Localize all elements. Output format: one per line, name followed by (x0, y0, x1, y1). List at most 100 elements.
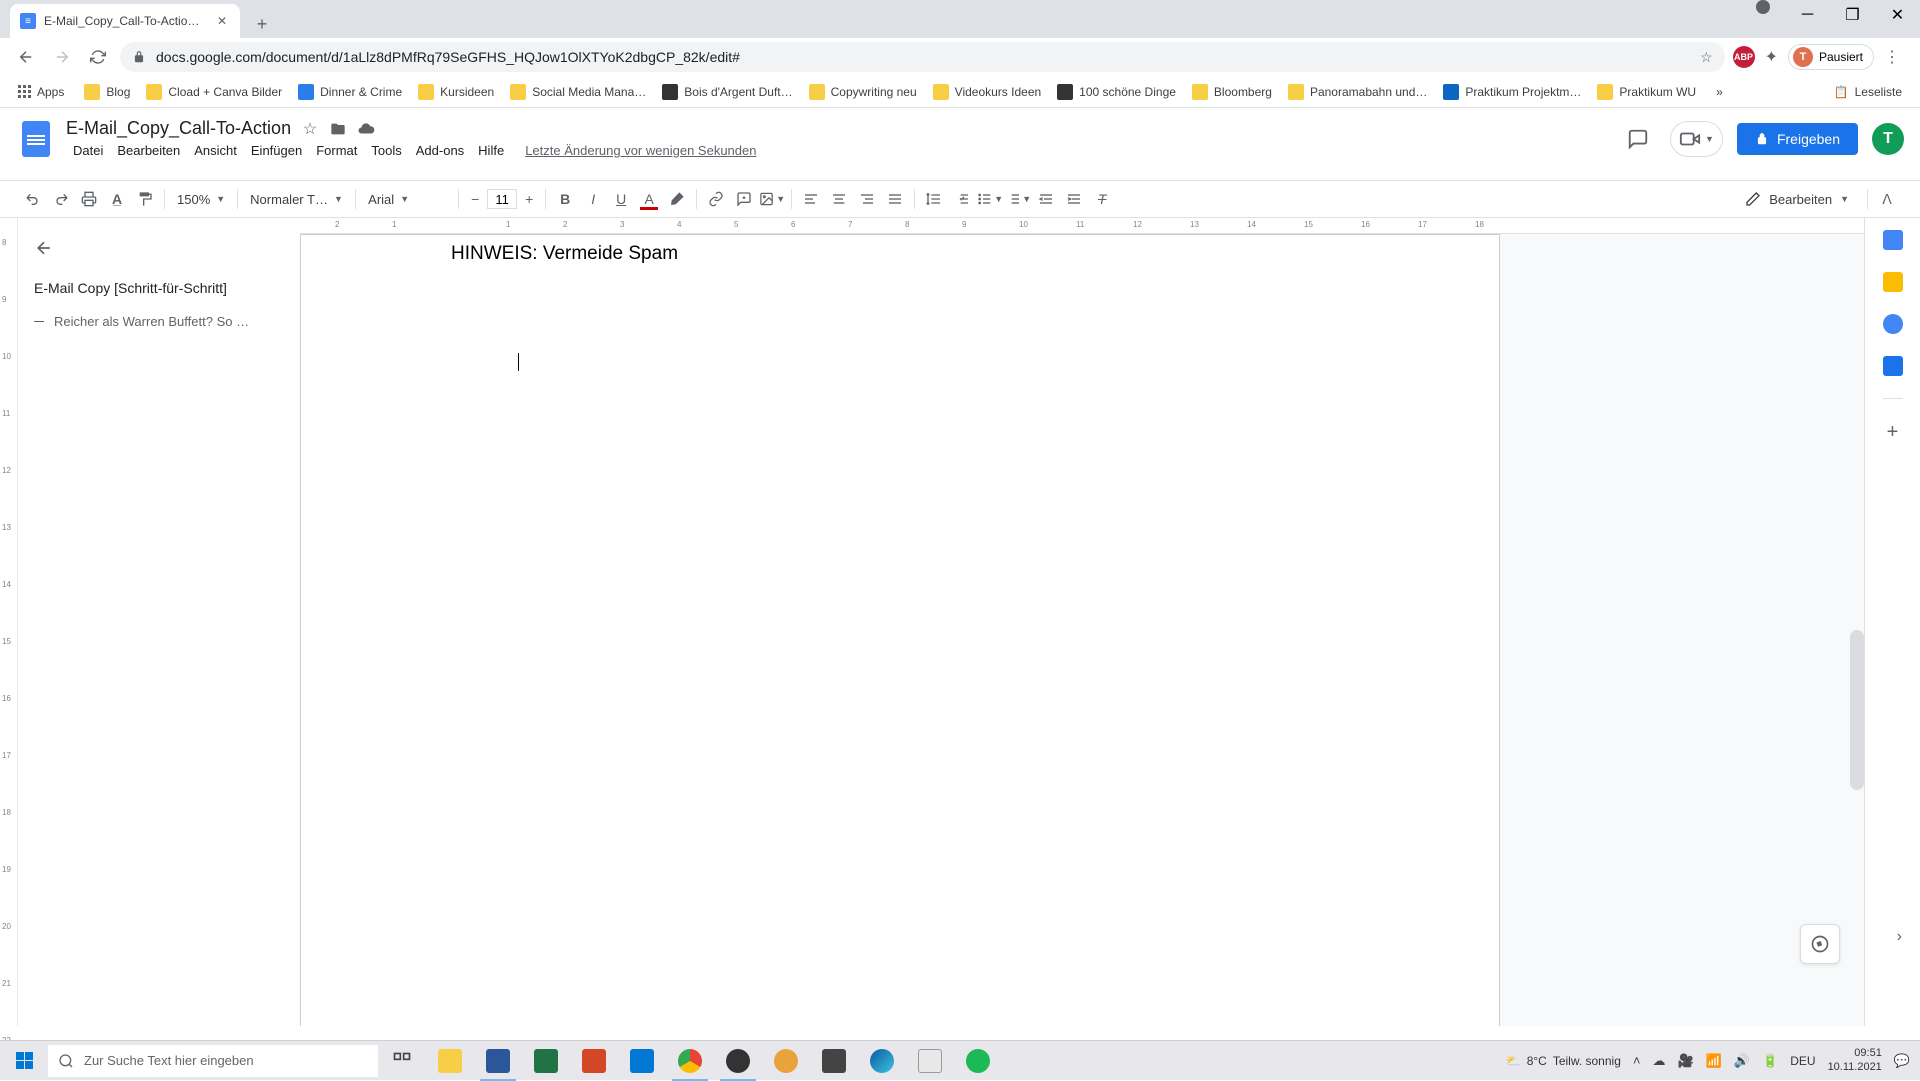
cloud-status-icon[interactable] (357, 120, 375, 138)
minimize-button[interactable]: ─ (1785, 0, 1830, 30)
redo-button[interactable] (48, 186, 74, 212)
menu-bearbeiten[interactable]: Bearbeiten (110, 141, 187, 160)
increase-font-button[interactable]: + (519, 189, 539, 209)
underline-button[interactable]: U (608, 186, 634, 212)
bold-button[interactable]: B (552, 186, 578, 212)
align-center-button[interactable] (826, 186, 852, 212)
close-tab-icon[interactable]: ✕ (214, 13, 230, 29)
spellcheck-button[interactable]: A̲ (104, 186, 130, 212)
collapse-toolbar-button[interactable]: ᐱ (1874, 186, 1900, 212)
add-addon-button[interactable]: + (1887, 421, 1899, 444)
app-generic-1[interactable] (762, 1041, 810, 1081)
battery-icon[interactable]: 🔋 (1762, 1053, 1778, 1069)
action-center-icon[interactable]: 💬 (1894, 1053, 1910, 1069)
weather-widget[interactable]: ⛅ 8°C Teilw. sonnig (1506, 1054, 1621, 1068)
bookmark-item[interactable]: Kursideen (410, 80, 502, 104)
text-color-button[interactable]: A (636, 186, 662, 212)
browser-tab[interactable]: ≡ E-Mail_Copy_Call-To-Action - G… ✕ (10, 4, 240, 38)
bulleted-list-button[interactable]: ▼ (977, 186, 1003, 212)
star-document-icon[interactable]: ☆ (301, 120, 319, 138)
tray-overflow-icon[interactable]: ˄ (1633, 1053, 1641, 1068)
app-generic-2[interactable] (810, 1041, 858, 1081)
calendar-addon-icon[interactable] (1883, 230, 1903, 250)
account-avatar[interactable]: T (1872, 123, 1904, 155)
outline-back-button[interactable] (34, 238, 58, 262)
language-indicator[interactable]: DEU (1790, 1054, 1815, 1068)
font-size-input[interactable]: 11 (487, 189, 517, 209)
vertical-scrollbar[interactable] (1850, 630, 1864, 790)
volume-icon[interactable]: 🔊 (1734, 1053, 1750, 1069)
decrease-indent-button[interactable] (1033, 186, 1059, 212)
contacts-addon-icon[interactable] (1883, 356, 1903, 376)
reload-button[interactable] (84, 43, 112, 71)
menu-einfügen[interactable]: Einfügen (244, 141, 309, 160)
word-app[interactable] (474, 1041, 522, 1081)
notepad-app[interactable] (906, 1041, 954, 1081)
paragraph-style-select[interactable]: Normaler T…▼ (244, 190, 349, 209)
powerpoint-app[interactable] (570, 1041, 618, 1081)
zoom-select[interactable]: 150%▼ (171, 190, 231, 209)
bookmark-item[interactable]: Bois d'Argent Duft… (654, 80, 800, 104)
italic-button[interactable]: I (580, 186, 606, 212)
bookmark-item[interactable]: Blog (76, 80, 138, 104)
font-select[interactable]: Arial▼ (362, 190, 452, 209)
checklist-button[interactable] (949, 186, 975, 212)
onedrive-icon[interactable]: ☁ (1652, 1053, 1665, 1069)
meet-now-icon[interactable]: 🎥 (1677, 1053, 1693, 1069)
abp-extension-icon[interactable]: ABP (1733, 46, 1755, 68)
tasks-addon-icon[interactable] (1883, 314, 1903, 334)
file-explorer-app[interactable] (426, 1041, 474, 1081)
maximize-button[interactable]: ❐ (1830, 0, 1875, 30)
line-spacing-button[interactable] (921, 186, 947, 212)
chrome-menu-icon[interactable]: ⋮ (1884, 47, 1900, 67)
keep-addon-icon[interactable] (1883, 272, 1903, 292)
insert-image-button[interactable]: ▼ (759, 186, 785, 212)
insert-comment-button[interactable] (731, 186, 757, 212)
menu-tools[interactable]: Tools (364, 141, 408, 160)
apps-button[interactable]: Apps (10, 81, 72, 103)
mail-app[interactable] (618, 1041, 666, 1081)
profile-chip[interactable]: T Pausiert (1788, 44, 1874, 70)
numbered-list-button[interactable]: ▼ (1005, 186, 1031, 212)
spotify-app[interactable] (954, 1041, 1002, 1081)
menu-hilfe[interactable]: Hilfe (471, 141, 511, 160)
bookmark-item[interactable]: Bloomberg (1184, 80, 1280, 104)
explore-button[interactable] (1800, 924, 1840, 964)
star-icon[interactable]: ☆ (1700, 49, 1713, 66)
bookmark-item[interactable]: Praktikum WU (1589, 80, 1704, 104)
extensions-icon[interactable]: ✦ (1765, 47, 1778, 67)
chrome-app[interactable] (666, 1041, 714, 1081)
menu-format[interactable]: Format (309, 141, 364, 160)
meet-button[interactable]: ▼ (1670, 121, 1723, 157)
hide-sidepanel-button[interactable]: › (1897, 928, 1902, 946)
print-button[interactable] (76, 186, 102, 212)
clear-formatting-button[interactable]: T (1089, 186, 1115, 212)
menu-add-ons[interactable]: Add-ons (409, 141, 471, 160)
back-button[interactable] (12, 43, 40, 71)
outline-item[interactable]: Reicher als Warren Buffett? So … (34, 310, 284, 333)
docs-home-button[interactable] (16, 119, 56, 159)
reading-list-button[interactable]: 📋 Leseliste (1826, 81, 1910, 103)
excel-app[interactable] (522, 1041, 570, 1081)
decrease-font-button[interactable]: − (465, 189, 485, 209)
new-tab-button[interactable]: + (248, 10, 276, 38)
bookmark-item[interactable]: Copywriting neu (801, 80, 925, 104)
align-right-button[interactable] (854, 186, 880, 212)
close-window-button[interactable]: ✕ (1875, 0, 1920, 30)
bookmark-item[interactable]: Panoramabahn und… (1280, 80, 1435, 104)
obs-app[interactable] (714, 1041, 762, 1081)
highlight-button[interactable] (664, 186, 690, 212)
last-edit-link[interactable]: Letzte Änderung vor wenigen Sekunden (525, 141, 756, 160)
bookmark-item[interactable]: Videokurs Ideen (925, 80, 1050, 104)
bookmark-item[interactable]: Dinner & Crime (290, 80, 410, 104)
document-title[interactable]: E-Mail_Copy_Call-To-Action (66, 118, 291, 139)
document-text[interactable]: HINWEIS: Vermeide Spam (451, 243, 1349, 265)
increase-indent-button[interactable] (1061, 186, 1087, 212)
insert-link-button[interactable] (703, 186, 729, 212)
share-button[interactable]: Freigeben (1737, 123, 1858, 155)
paint-format-button[interactable] (132, 186, 158, 212)
clock[interactable]: 09:51 10.11.2021 (1828, 1047, 1882, 1073)
align-justify-button[interactable] (882, 186, 908, 212)
edge-app[interactable] (858, 1041, 906, 1081)
forward-button[interactable] (48, 43, 76, 71)
